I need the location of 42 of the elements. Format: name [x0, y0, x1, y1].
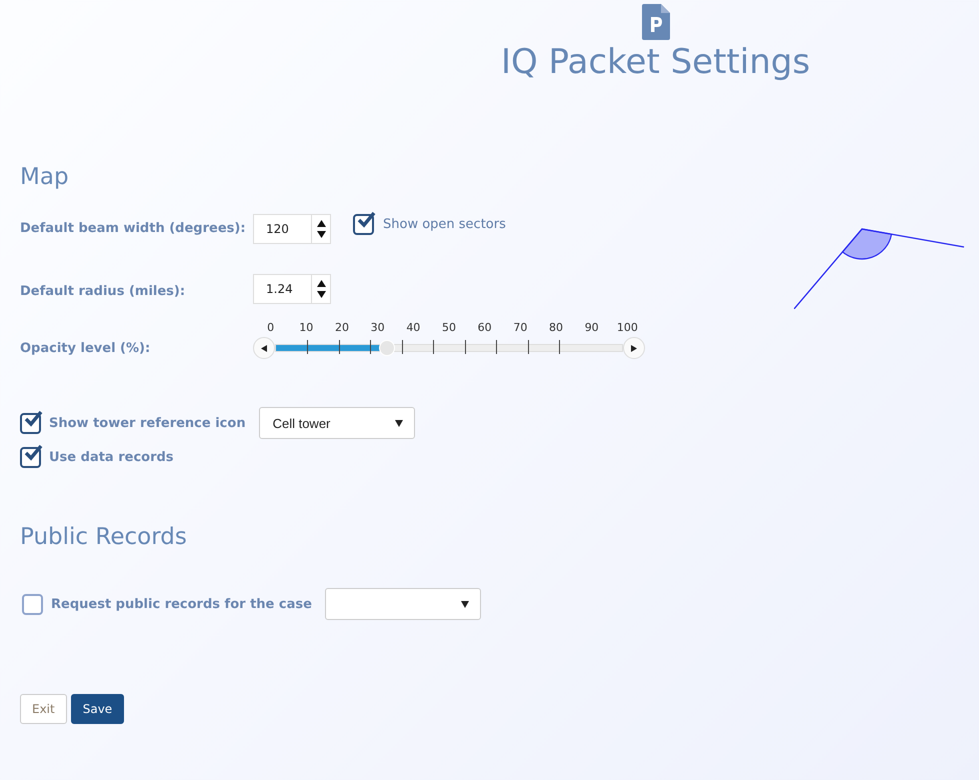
checkbox[interactable]	[22, 594, 43, 614]
scroll-right-button[interactable]	[623, 337, 645, 359]
radius-spinner[interactable]: 1.24	[253, 274, 331, 304]
caret-icon	[460, 600, 469, 608]
up-arrow-icon[interactable]	[316, 280, 326, 287]
page-title: IQ Packet Settings	[500, 42, 810, 82]
caret-icon	[630, 344, 638, 352]
scale-label: 80	[549, 321, 564, 334]
up-arrow-icon[interactable]	[316, 220, 326, 227]
checkbox-label: Request public records for the case	[51, 596, 312, 612]
down-arrow-icon[interactable]	[316, 231, 326, 238]
scale-label: 70	[513, 321, 528, 334]
checkbox-label: Show tower reference icon	[49, 416, 246, 430]
scale-label: 30	[370, 321, 385, 334]
scale-label: 100	[616, 321, 638, 334]
section-heading: Public Records	[20, 524, 188, 550]
scale-label: 10	[299, 321, 314, 334]
field-label: Default beam width (degrees):	[20, 221, 246, 236]
field-label: Default radius (miles):	[20, 284, 186, 298]
checkbox[interactable]	[20, 412, 41, 434]
checkbox[interactable]	[20, 447, 41, 468]
checkbox[interactable]	[353, 214, 374, 235]
save-button[interactable]: Save	[70, 694, 124, 724]
caret-icon	[394, 420, 403, 426]
checkbox-label: Use data records	[49, 450, 174, 465]
slider-thumb[interactable]	[379, 340, 396, 356]
scale-label: 60	[478, 321, 492, 334]
scale-label: 0	[267, 321, 274, 334]
caret-icon	[260, 344, 268, 352]
document-icon	[642, 4, 670, 40]
exit-button[interactable]: Exit	[20, 694, 67, 724]
scroll-left-button[interactable]	[253, 337, 275, 359]
tower-icon-dropdown[interactable]: Cell tower	[258, 407, 415, 439]
section-heading: Map	[20, 164, 70, 190]
scale-label: 20	[334, 321, 349, 334]
scale-label: 50	[442, 321, 456, 334]
down-arrow-icon[interactable]	[316, 291, 326, 298]
field-label: Opacity level (%):	[20, 341, 150, 356]
scale-label: 40	[406, 321, 420, 334]
scale-label: 90	[584, 321, 599, 334]
beam-width-spinner[interactable]: 120	[253, 214, 331, 244]
checkbox-label: Show open sectors	[383, 217, 506, 232]
